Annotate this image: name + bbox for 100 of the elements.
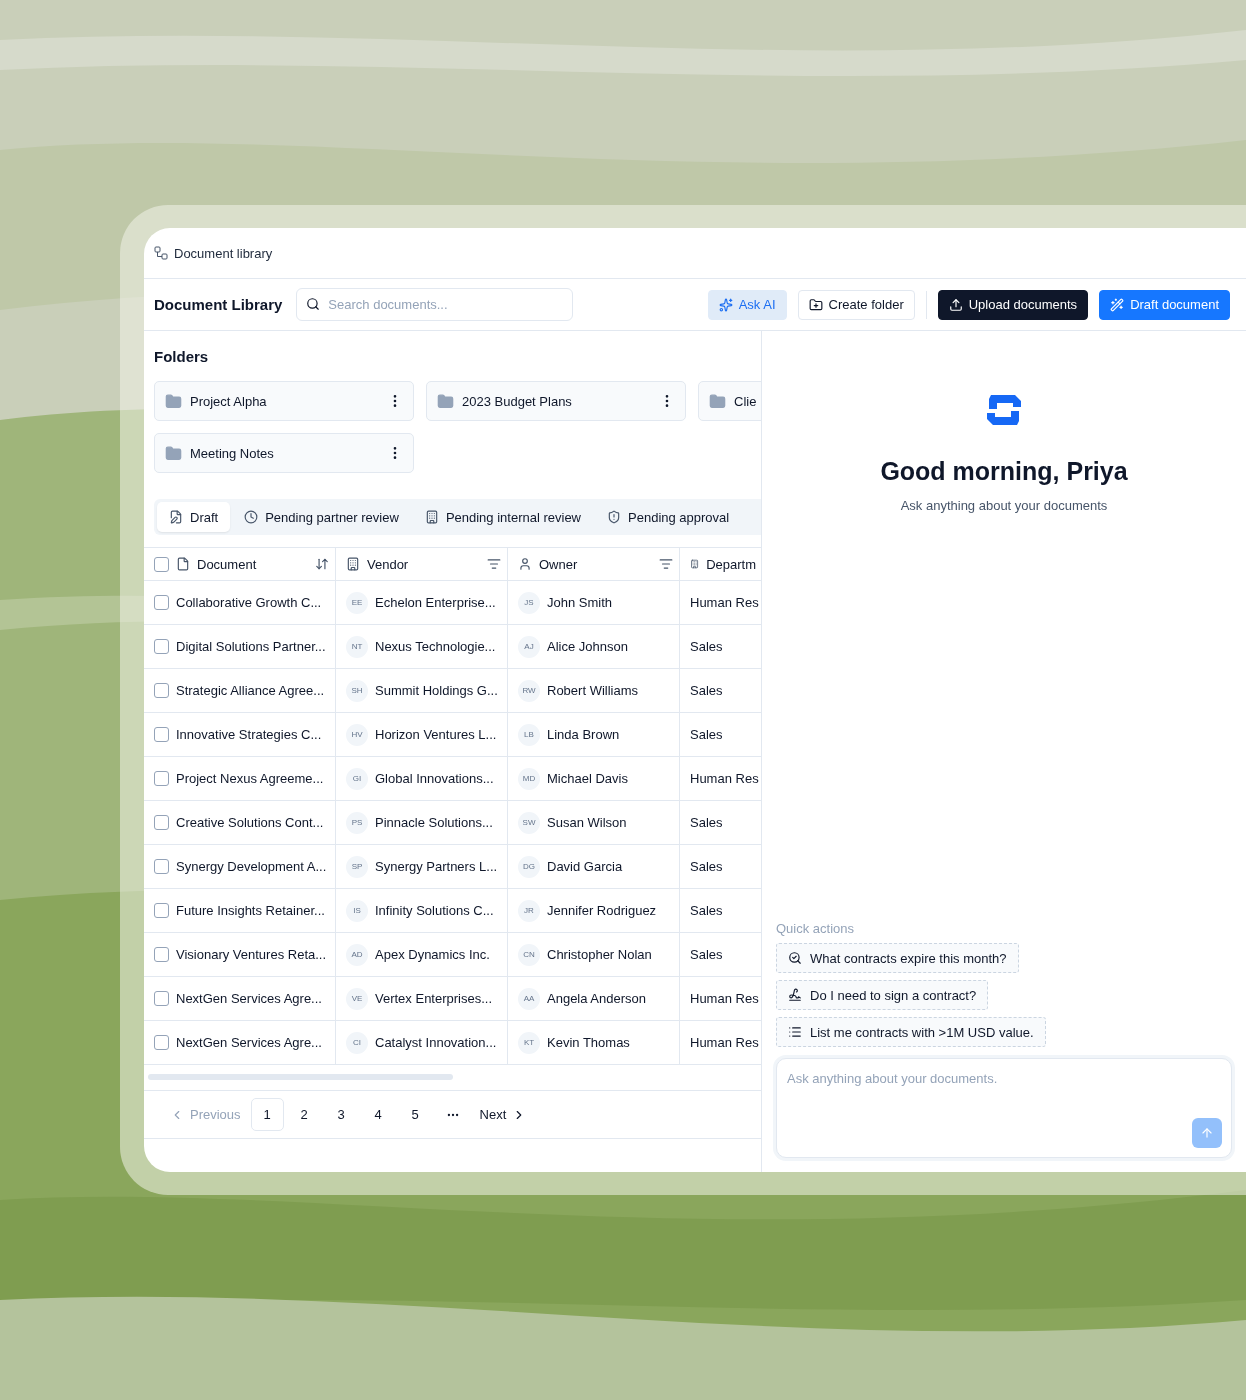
upload-icon xyxy=(948,297,963,312)
table-cell: Susan Wilson xyxy=(547,815,627,830)
table-cell: Collaborative Growth C... xyxy=(176,595,322,610)
table-cell: Alice Johnson xyxy=(547,639,628,654)
status-tab[interactable]: Draft xyxy=(157,502,231,532)
folder-card[interactable]: 2023 Budget Plans xyxy=(426,381,686,421)
avatar: RW xyxy=(518,679,540,702)
page-button[interactable]: 1 xyxy=(250,1098,284,1131)
checkbox[interactable] xyxy=(154,947,169,962)
search-icon xyxy=(306,297,321,311)
building-icon xyxy=(690,557,700,571)
logo-icon xyxy=(985,393,1023,427)
breadcrumb[interactable]: Document library xyxy=(174,245,273,261)
avatar: AA xyxy=(518,987,540,1010)
checkbox[interactable] xyxy=(154,859,169,874)
table-cell: Sales xyxy=(690,947,723,962)
checkbox[interactable] xyxy=(154,815,169,830)
avatar: SH xyxy=(346,679,368,702)
table-cell: David Garcia xyxy=(547,859,623,874)
table-cell: Future Insights Retainer... xyxy=(176,903,325,918)
ask-ai-button[interactable]: Ask AI xyxy=(707,289,787,320)
folder-card[interactable]: Clie xyxy=(698,381,761,421)
avatar: CI xyxy=(346,1031,368,1054)
filter-icon[interactable] xyxy=(487,557,501,571)
avatar: CN xyxy=(518,943,540,966)
sort-icon[interactable] xyxy=(315,557,329,571)
table-cell: John Smith xyxy=(547,595,613,610)
next-link[interactable]: Next xyxy=(473,1107,533,1122)
checkbox[interactable] xyxy=(154,771,169,786)
table-cell: Creative Solutions Cont... xyxy=(176,815,324,830)
table-cell: Sales xyxy=(690,859,723,874)
checkbox[interactable] xyxy=(154,595,169,610)
table-cell: Horizon Ventures L... xyxy=(375,727,497,742)
sparkles-icon xyxy=(718,297,733,312)
folder-card[interactable]: Project Alpha xyxy=(154,381,414,421)
folder-name: Clie xyxy=(734,393,758,409)
table-cell: Human Res xyxy=(690,991,759,1006)
column-header: Departm xyxy=(706,556,756,572)
status-tab[interactable]: Pending partner review xyxy=(232,502,411,532)
checkbox[interactable] xyxy=(154,683,169,698)
table-cell: Pinnacle Solutions... xyxy=(375,815,493,830)
table-cell: Jennifer Rodriguez xyxy=(547,903,657,918)
file-icon xyxy=(176,557,190,571)
table-cell: NextGen Services Agre... xyxy=(176,991,322,1006)
subtitle: Ask anything about your documents xyxy=(899,498,1109,513)
checkbox[interactable] xyxy=(154,991,169,1006)
shield-icon xyxy=(607,510,621,524)
table-cell: Innovative Strategies C... xyxy=(176,727,322,742)
avatar: AJ xyxy=(518,635,540,658)
checkbox[interactable] xyxy=(154,903,169,918)
list-icon xyxy=(788,1025,802,1039)
avatar: LB xyxy=(518,723,540,746)
avatar: HV xyxy=(346,723,368,746)
table-cell: Project Nexus Agreeme... xyxy=(176,771,324,786)
table-cell: Nexus Technologie... xyxy=(375,639,496,654)
table-cell: Linda Brown xyxy=(547,727,620,742)
table-cell: Strategic Alliance Agree... xyxy=(176,683,325,698)
upload-button[interactable]: Upload documents xyxy=(937,289,1089,320)
folder-card[interactable]: Meeting Notes xyxy=(154,433,414,473)
table-cell: NextGen Services Agre... xyxy=(176,1035,322,1050)
table-cell: Catalyst Innovation... xyxy=(375,1035,497,1050)
checkbox[interactable] xyxy=(154,639,169,654)
table-cell: Sales xyxy=(690,639,723,654)
avatar: SW xyxy=(518,811,540,834)
quick-action-chip[interactable]: Do I need to sign a contract? xyxy=(776,980,989,1010)
scrollbar-thumb[interactable] xyxy=(148,1074,453,1080)
quick-action-chip[interactable]: What contracts expire this month? xyxy=(776,943,1019,973)
table-cell: Human Res xyxy=(690,771,759,786)
avatar: JR xyxy=(518,899,540,922)
page-title: Document Library xyxy=(154,296,283,313)
avatar: SP xyxy=(346,855,368,878)
avatar: GI xyxy=(346,767,368,790)
table-cell: Human Res xyxy=(690,595,759,610)
status-tab[interactable]: Pending internal review xyxy=(412,502,593,532)
checkbox[interactable] xyxy=(154,1035,169,1050)
table-cell: Human Res xyxy=(690,1035,759,1050)
column-header: Owner xyxy=(539,556,579,572)
chat-input[interactable]: Ask anything about your documents. xyxy=(776,1058,1232,1158)
search-field[interactable]: Search documents... xyxy=(296,288,574,321)
quick-action-chip[interactable]: List me contracts with >1M USD value. xyxy=(776,1017,1046,1047)
user-icon xyxy=(518,557,532,571)
table-cell: Synergy Partners L... xyxy=(375,859,498,874)
signature-icon xyxy=(788,988,802,1002)
folder-name: 2023 Budget Plans xyxy=(462,393,573,409)
workflow-icon xyxy=(154,246,168,260)
greeting: Good morning, Priya xyxy=(879,457,1129,486)
create-folder-button[interactable]: Create folder xyxy=(797,289,915,320)
send-button[interactable] xyxy=(1192,1118,1222,1148)
checkbox[interactable] xyxy=(154,556,169,572)
file-pen-icon xyxy=(169,510,183,524)
building-icon xyxy=(346,557,360,571)
folder-icon xyxy=(165,444,182,462)
table-cell: Robert Williams xyxy=(547,683,638,698)
checkbox[interactable] xyxy=(154,727,169,742)
avatar: NT xyxy=(346,635,368,658)
status-tab[interactable]: Pending approval xyxy=(595,502,742,532)
filter-icon[interactable] xyxy=(659,557,673,571)
draft-button[interactable]: Draft document xyxy=(1099,289,1230,320)
avatar: MD xyxy=(518,767,540,790)
folder-icon xyxy=(165,392,182,410)
